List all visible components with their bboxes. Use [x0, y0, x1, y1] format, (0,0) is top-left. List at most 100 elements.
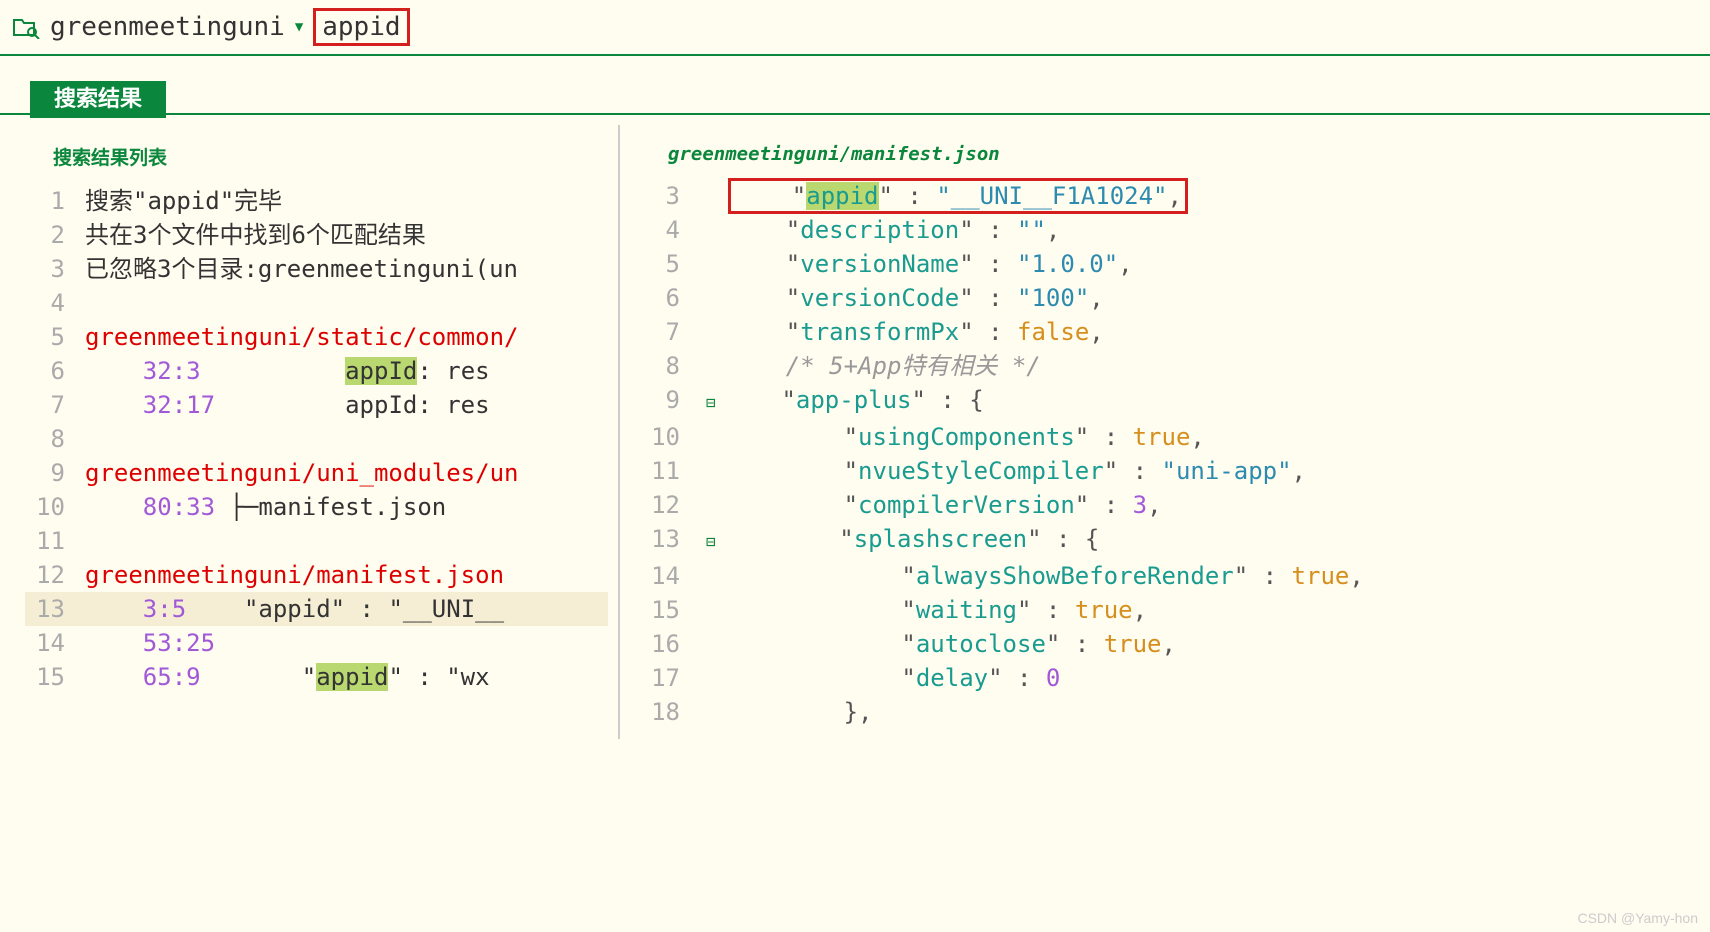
line-number: 12 [640, 488, 700, 522]
line-number: 4 [640, 213, 700, 247]
chevron-down-icon[interactable]: ▼ [295, 19, 303, 35]
result-line[interactable]: 6 32:3 appId: res [25, 354, 608, 388]
line-text: "splashscreen" : { [724, 522, 1100, 556]
line-number: 18 [640, 695, 700, 729]
line-text: 80:33 ├─manifest.json [85, 490, 446, 524]
search-top-bar: greenmeetinguni ▼ appid [0, 0, 1710, 56]
code-line[interactable]: 8 /* 5+App特有相关 */ [640, 349, 1700, 383]
fold-icon[interactable]: ⊟ [706, 525, 716, 559]
code-line[interactable]: 4 "description" : "", [640, 213, 1700, 247]
line-text: 搜索"appid"完毕 [85, 184, 282, 218]
result-line[interactable]: 4 [25, 286, 608, 320]
line-text: "delay" : 0 [728, 661, 1060, 695]
line-number: 12 [25, 558, 85, 592]
result-line[interactable]: 2共在3个文件中找到6个匹配结果 [25, 218, 608, 252]
result-line[interactable]: 13 3:5 "appid" : "__UNI__ [25, 592, 608, 626]
code-line[interactable]: 11 "nvueStyleCompiler" : "uni-app", [640, 454, 1700, 488]
line-text: }, [728, 695, 873, 729]
line-number: 15 [640, 593, 700, 627]
line-text: greenmeetinguni/manifest.json [85, 558, 504, 592]
code-line[interactable]: 3 "appid" : "__UNI__F1A1024", [640, 179, 1700, 213]
line-number: 5 [640, 247, 700, 281]
code-preview-panel: greenmeetinguni/manifest.json 3 "appid" … [620, 125, 1710, 739]
code-preview[interactable]: 3 "appid" : "__UNI__F1A1024",4 "descript… [640, 179, 1700, 729]
result-line[interactable]: 15 65:9 "appid" : "wx [25, 660, 608, 694]
line-number: 11 [25, 524, 85, 558]
result-line[interactable]: 3已忽略3个目录:greenmeetinguni(un [25, 252, 608, 286]
line-number: 6 [25, 354, 85, 388]
line-text: 53:25 [85, 626, 215, 660]
code-line[interactable]: 18 }, [640, 695, 1700, 729]
line-text: "nvueStyleCompiler" : "uni-app", [728, 454, 1306, 488]
folder-search-icon[interactable] [12, 15, 40, 39]
tab-search-results[interactable]: 搜索结果 [30, 81, 166, 118]
line-number: 2 [25, 218, 85, 252]
line-number: 17 [640, 661, 700, 695]
tab-bar: 搜索结果 [0, 56, 1710, 113]
code-line[interactable]: 13⊟ "splashscreen" : { [640, 522, 1700, 559]
file-path-header: greenmeetinguni/manifest.json [640, 135, 1700, 179]
line-number: 9 [640, 383, 700, 417]
code-line[interactable]: 9⊟ "app-plus" : { [640, 383, 1700, 420]
line-number: 10 [25, 490, 85, 524]
result-line[interactable]: 9greenmeetinguni/uni_modules/un [25, 456, 608, 490]
result-line[interactable]: 1搜索"appid"完毕 [25, 184, 608, 218]
result-line[interactable]: 5greenmeetinguni/static/common/ [25, 320, 608, 354]
line-text: /* 5+App特有相关 */ [728, 349, 1041, 383]
line-text: 32:17 appId: res [85, 388, 490, 422]
search-results-list[interactable]: 1搜索"appid"完毕2共在3个文件中找到6个匹配结果3已忽略3个目录:gre… [25, 184, 608, 694]
line-text: "description" : "", [728, 213, 1060, 247]
code-line[interactable]: 5 "versionName" : "1.0.0", [640, 247, 1700, 281]
line-text: "versionCode" : "100", [728, 281, 1104, 315]
code-line[interactable]: 6 "versionCode" : "100", [640, 281, 1700, 315]
code-line[interactable]: 15 "waiting" : true, [640, 593, 1700, 627]
line-text: "alwaysShowBeforeRender" : true, [728, 559, 1364, 593]
search-term-input[interactable]: appid [313, 8, 409, 46]
search-scope[interactable]: greenmeetinguni [50, 12, 285, 42]
line-text: "compilerVersion" : 3, [728, 488, 1162, 522]
code-line[interactable]: 7 "transformPx" : false, [640, 315, 1700, 349]
result-line[interactable]: 10 80:33 ├─manifest.json [25, 490, 608, 524]
tab-divider [0, 113, 1710, 115]
line-number: 9 [25, 456, 85, 490]
line-text: 3:5 "appid" : "__UNI__ [85, 592, 504, 626]
line-text: "transformPx" : false, [728, 315, 1104, 349]
search-results-panel: 搜索结果列表 1搜索"appid"完毕2共在3个文件中找到6个匹配结果3已忽略3… [0, 125, 620, 739]
result-line[interactable]: 7 32:17 appId: res [25, 388, 608, 422]
result-line[interactable]: 11 [25, 524, 608, 558]
line-text: 已忽略3个目录:greenmeetinguni(un [85, 252, 518, 286]
line-text: "app-plus" : { [724, 383, 984, 417]
line-number: 11 [640, 454, 700, 488]
result-line[interactable]: 8 [25, 422, 608, 456]
line-number: 5 [25, 320, 85, 354]
code-line[interactable]: 17 "delay" : 0 [640, 661, 1700, 695]
watermark: CSDN @Yamy-hon [1577, 910, 1698, 926]
search-results-header: 搜索结果列表 [25, 135, 608, 184]
code-line[interactable]: 12 "compilerVersion" : 3, [640, 488, 1700, 522]
line-text: 65:9 "appid" : "wx [85, 660, 490, 694]
fold-icon[interactable]: ⊟ [706, 386, 716, 420]
line-number: 8 [25, 422, 85, 456]
line-number: 6 [640, 281, 700, 315]
line-number: 1 [25, 184, 85, 218]
line-number: 7 [640, 315, 700, 349]
code-line[interactable]: 16 "autoclose" : true, [640, 627, 1700, 661]
line-text: greenmeetinguni/static/common/ [85, 320, 518, 354]
line-number: 3 [25, 252, 85, 286]
line-text: "autoclose" : true, [728, 627, 1176, 661]
line-text: 共在3个文件中找到6个匹配结果 [85, 218, 426, 252]
code-line[interactable]: 10 "usingComponents" : true, [640, 420, 1700, 454]
line-text: "usingComponents" : true, [728, 420, 1205, 454]
line-number: 13 [25, 592, 85, 626]
line-text: 32:3 appId: res [85, 354, 490, 388]
line-text: "versionName" : "1.0.0", [728, 247, 1133, 281]
result-line[interactable]: 14 53:25 [25, 626, 608, 660]
line-number: 8 [640, 349, 700, 383]
code-line[interactable]: 14 "alwaysShowBeforeRender" : true, [640, 559, 1700, 593]
line-number: 15 [25, 660, 85, 694]
line-number: 14 [640, 559, 700, 593]
line-number: 14 [25, 626, 85, 660]
line-text: greenmeetinguni/uni_modules/un [85, 456, 518, 490]
line-number: 16 [640, 627, 700, 661]
result-line[interactable]: 12greenmeetinguni/manifest.json [25, 558, 608, 592]
